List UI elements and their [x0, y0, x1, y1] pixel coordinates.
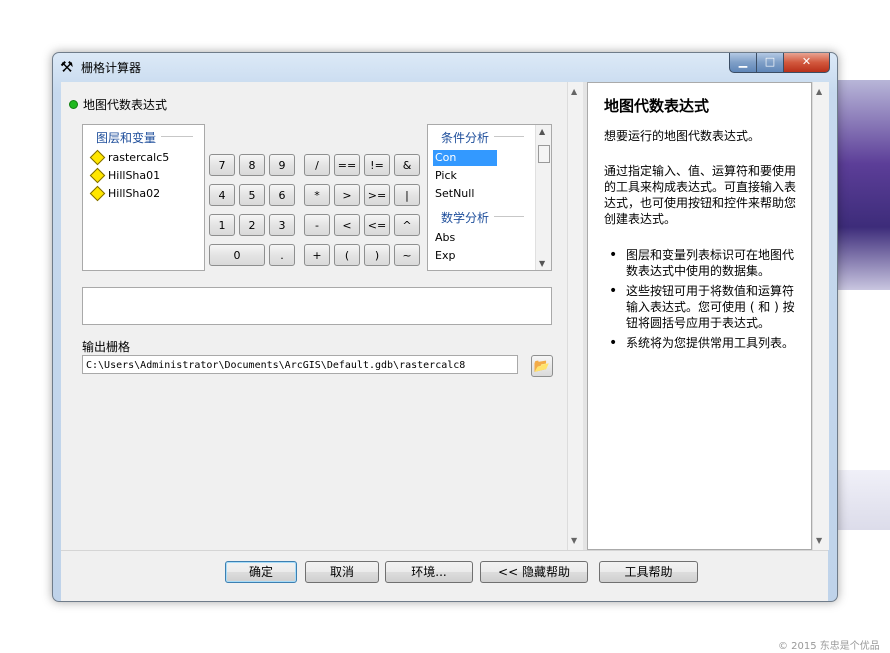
cancel-button[interactable]: 取消 [305, 561, 379, 583]
folder-open-icon: 📂 [533, 359, 551, 374]
tool-item-con[interactable]: Con [433, 150, 497, 166]
layers-group-title: 图层和变量 [96, 131, 157, 145]
calc-button-xor[interactable]: ^ [394, 214, 420, 236]
calc-button-equal[interactable]: == [334, 154, 360, 176]
layers-list[interactable]: 图层和变量 rastercalc5 HillSha01 HillSha02 [82, 124, 205, 271]
calc-button-less-equal[interactable]: <= [364, 214, 390, 236]
calc-button-3[interactable]: 3 [269, 214, 295, 236]
output-raster-label: 输出栅格 [82, 340, 131, 354]
calc-button-0[interactable]: 0 [209, 244, 265, 266]
scroll-down-icon[interactable]: ▼ [816, 536, 822, 545]
calc-button-greater-equal[interactable]: >= [364, 184, 390, 206]
calc-button-open-paren[interactable]: ( [334, 244, 360, 266]
calc-button-7[interactable]: 7 [209, 154, 235, 176]
layer-item[interactable]: rastercalc5 [89, 149, 170, 166]
calc-button-plus[interactable]: + [304, 244, 330, 266]
calc-button-or[interactable]: | [394, 184, 420, 206]
output-raster-input[interactable]: C:\Users\Administrator\Documents\ArcGIS\… [82, 355, 518, 374]
calc-button-9[interactable]: 9 [269, 154, 295, 176]
maximize-icon: □ [764, 55, 776, 68]
watermark: © 2015 东忠是个优品 [778, 641, 880, 652]
tools-list[interactable]: 条件分析 Con Pick SetNull 数学分析 Abs Exp ▲ ▼ [427, 124, 552, 271]
raster-layer-icon [89, 185, 106, 202]
raster-layer-icon [89, 167, 106, 184]
scroll-up-icon[interactable]: ▲ [571, 87, 577, 96]
help-title: 地图代数表达式 [604, 97, 710, 115]
calc-button-decimal[interactable]: . [269, 244, 295, 266]
help-scrollbar[interactable]: ▲ ▼ [812, 82, 829, 550]
window-title: 栅格计算器 [81, 61, 142, 75]
minimize-icon: ▁ [738, 55, 748, 68]
tool-item-pick[interactable]: Pick [433, 168, 497, 184]
calc-button-minus[interactable]: - [304, 214, 330, 236]
environments-button[interactable]: 环境... [385, 561, 473, 583]
maximize-button[interactable]: □ [756, 53, 784, 73]
raster-layer-icon [89, 149, 106, 166]
browse-button[interactable]: 📂 [531, 355, 553, 377]
tool-item-abs[interactable]: Abs [433, 230, 497, 246]
calc-button-and[interactable]: & [394, 154, 420, 176]
calc-button-not-equal[interactable]: != [364, 154, 390, 176]
help-pane: 地图代数表达式 想要运行的地图代数表达式。 通过指定输入、值、运算符和要使用的工… [587, 82, 812, 550]
scroll-down-icon[interactable]: ▼ [539, 259, 545, 268]
raster-calculator-window: ⚒ 栅格计算器 ▁ □ ✕ 地图代数表达式 图层和变量 rastercalc5 [52, 52, 838, 602]
ok-button[interactable]: 确定 [225, 561, 297, 583]
title-bar[interactable]: ⚒ 栅格计算器 ▁ □ ✕ [53, 53, 837, 81]
calc-button-divide[interactable]: / [304, 154, 330, 176]
tools-scrollbar[interactable]: ▲ ▼ [535, 125, 551, 270]
calc-button-1[interactable]: 1 [209, 214, 235, 236]
group-divider [494, 216, 524, 217]
hammer-icon: ⚒ [60, 58, 74, 76]
help-paragraph: 通过指定输入、值、运算符和要使用的工具来构成表达式。可直接输入表达式，也可使用按… [604, 164, 797, 226]
expression-input[interactable] [82, 287, 552, 325]
help-bullet-list: 图层和变量列表标识可在地图代数表达式中使用的数据集。 这些按钮可用于将数值和运算… [609, 247, 802, 355]
calc-button-close-paren[interactable]: ) [364, 244, 390, 266]
scroll-up-icon[interactable]: ▲ [539, 127, 545, 136]
calc-button-2[interactable]: 2 [239, 214, 265, 236]
calc-button-greater[interactable]: > [334, 184, 360, 206]
close-icon: ✕ [801, 55, 812, 68]
parameters-pane: 地图代数表达式 图层和变量 rastercalc5 HillSha01 Hill… [61, 82, 567, 550]
tool-item-exp[interactable]: Exp [433, 248, 497, 264]
parameters-scrollbar[interactable]: ▲ ▼ [567, 82, 584, 550]
scroll-down-icon[interactable]: ▼ [571, 536, 577, 545]
button-bar: 确定 取消 环境... << 隐藏帮助 工具帮助 [61, 550, 828, 601]
help-bullet: 系统将为您提供常用工具列表。 [609, 335, 802, 351]
tool-help-button[interactable]: 工具帮助 [599, 561, 698, 583]
layer-item[interactable]: HillSha01 [89, 167, 161, 184]
calc-button-5[interactable]: 5 [239, 184, 265, 206]
minimize-button[interactable]: ▁ [729, 53, 757, 73]
calc-button-6[interactable]: 6 [269, 184, 295, 206]
calc-button-not[interactable]: ~ [394, 244, 420, 266]
layer-label: HillSha01 [108, 169, 161, 182]
calc-button-4[interactable]: 4 [209, 184, 235, 206]
status-dot-icon [69, 100, 78, 109]
layer-item[interactable]: HillSha02 [89, 185, 161, 202]
hide-help-button[interactable]: << 隐藏帮助 [480, 561, 588, 583]
dialog-client: 地图代数表达式 图层和变量 rastercalc5 HillSha01 Hill… [61, 82, 829, 601]
tool-item-setnull[interactable]: SetNull [433, 186, 497, 202]
section-header: 地图代数表达式 [69, 96, 167, 113]
tools-group-title-conditional: 条件分析 [441, 131, 490, 145]
calc-button-less[interactable]: < [334, 214, 360, 236]
group-divider [161, 136, 193, 137]
calc-button-8[interactable]: 8 [239, 154, 265, 176]
scroll-thumb[interactable] [538, 145, 550, 163]
layer-label: rastercalc5 [108, 151, 170, 164]
help-bullet: 图层和变量列表标识可在地图代数表达式中使用的数据集。 [609, 247, 802, 279]
help-paragraph: 想要运行的地图代数表达式。 [604, 129, 761, 143]
scroll-up-icon[interactable]: ▲ [816, 87, 822, 96]
close-button[interactable]: ✕ [783, 53, 830, 73]
help-bullet: 这些按钮可用于将数值和运算符输入表达式。您可使用 ( 和 ) 按钮将圆括号应用于… [609, 283, 802, 331]
group-divider [494, 136, 524, 137]
calc-button-multiply[interactable]: * [304, 184, 330, 206]
section-title: 地图代数表达式 [83, 98, 168, 112]
layer-label: HillSha02 [108, 187, 161, 200]
tools-group-title-math: 数学分析 [441, 211, 490, 225]
